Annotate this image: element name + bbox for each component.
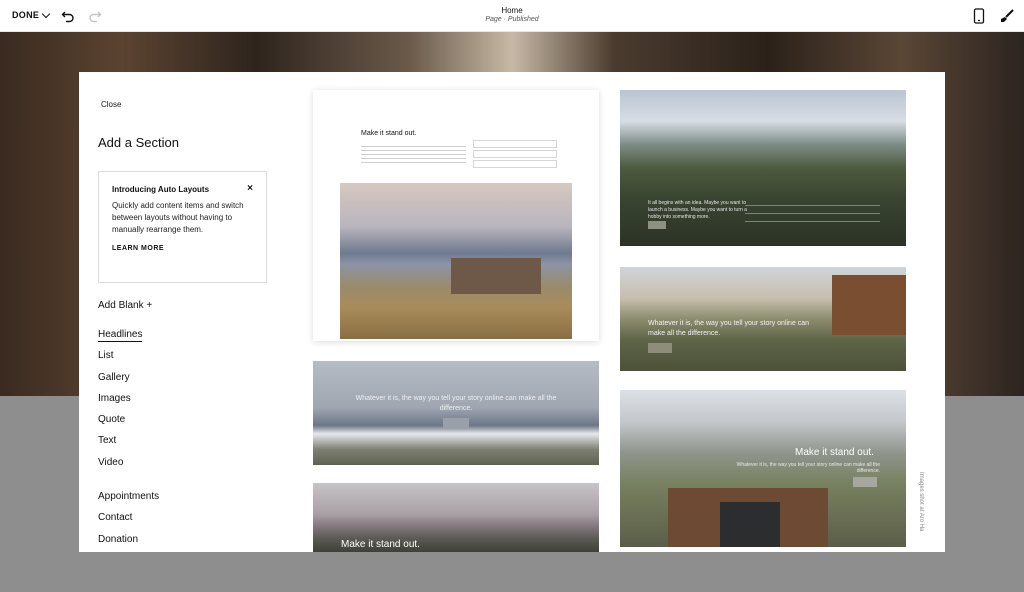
notice-title: Introducing Auto Layouts	[112, 185, 210, 194]
preview-subtext: Whatever it is, the way you tell your st…	[736, 462, 880, 474]
preview-cabin-image	[451, 258, 541, 294]
category-contact[interactable]: Contact	[98, 511, 159, 532]
preview-text: It all begins with an idea. Maybe you wa…	[648, 200, 747, 220]
learn-more-link[interactable]: LEARN MORE	[112, 245, 253, 252]
notice-body: Quickly add content items and switch bet…	[112, 201, 244, 234]
category-label: Text	[98, 435, 117, 447]
preview-text: Whatever it is, the way you tell your st…	[648, 320, 810, 337]
editor-topbar: DONE Home Page · Published	[0, 0, 1024, 32]
preview-heading: Make it stand out.	[341, 539, 420, 550]
done-button[interactable]: DONE	[12, 9, 51, 20]
section-preview-1[interactable]: Make it stand out.	[313, 90, 599, 341]
category-headlines[interactable]: Headlines	[98, 328, 159, 349]
paintbrush-icon[interactable]	[999, 8, 1015, 24]
redo-icon[interactable]	[88, 9, 102, 23]
image-credit: Images shot at Aro Ha	[918, 472, 924, 532]
add-section-modal: Close Add a Section Introducing Auto Lay…	[79, 72, 945, 552]
section-preview-5[interactable]: Whatever it is, the way you tell your st…	[620, 267, 906, 371]
category-label: Contact	[98, 512, 133, 524]
category-label: List	[98, 350, 114, 362]
category-video[interactable]: Video	[98, 456, 159, 477]
undo-icon[interactable]	[61, 9, 75, 23]
mobile-preview-icon[interactable]	[973, 8, 985, 24]
category-label: Headlines	[98, 329, 143, 342]
preview-button	[443, 418, 469, 428]
section-preview-3[interactable]: Make it stand out.	[313, 483, 599, 552]
preview-form	[745, 200, 880, 224]
category-label: Video	[98, 456, 124, 468]
category-text[interactable]: Text	[98, 434, 159, 455]
category-label: Quote	[98, 414, 126, 426]
section-preview-6[interactable]: Make it stand out. Whatever it is, the w…	[620, 390, 906, 547]
page-status: Page · Published	[485, 16, 539, 23]
preview-body-lines	[361, 143, 466, 163]
category-gallery[interactable]: Gallery	[98, 371, 159, 392]
preview-button	[853, 477, 877, 487]
page-title: Home	[501, 6, 523, 15]
preview-heading: Make it stand out.	[361, 130, 417, 137]
category-label: Images	[98, 392, 131, 404]
preview-heading: Make it stand out.	[795, 447, 874, 458]
preview-button	[648, 221, 666, 229]
category-label: Gallery	[98, 371, 130, 383]
add-blank-button[interactable]: Add Blank +	[98, 300, 152, 311]
preview-button	[648, 343, 672, 353]
panel-title: Add a Section	[98, 135, 179, 150]
category-images[interactable]: Images	[98, 392, 159, 413]
preview-text: Whatever it is, the way you tell your st…	[355, 395, 557, 412]
category-spacer	[98, 477, 159, 490]
section-preview-4[interactable]: It all begins with an idea. Maybe you wa…	[620, 90, 906, 246]
category-list: Headlines List Gallery Images Quote Text…	[98, 328, 159, 552]
section-preview-2[interactable]: Whatever it is, the way you tell your st…	[313, 361, 599, 465]
preview-cabin-window	[720, 502, 780, 547]
close-button[interactable]: Close	[101, 100, 121, 109]
category-quote[interactable]: Quote	[98, 413, 159, 434]
category-donation[interactable]: Donation	[98, 533, 159, 552]
preview-cabin-image	[832, 275, 906, 335]
notice-close-icon[interactable]: ×	[247, 183, 253, 194]
category-label: Donation	[98, 533, 139, 545]
auto-layouts-notice: Introducing Auto Layouts × Quickly add c…	[98, 171, 267, 283]
category-appointments[interactable]: Appointments	[98, 490, 159, 511]
category-label: Appointments	[98, 491, 160, 503]
done-label: DONE	[12, 10, 40, 20]
chevron-down-icon	[41, 9, 51, 18]
preview-form	[473, 140, 557, 170]
category-list-item[interactable]: List	[98, 349, 159, 370]
